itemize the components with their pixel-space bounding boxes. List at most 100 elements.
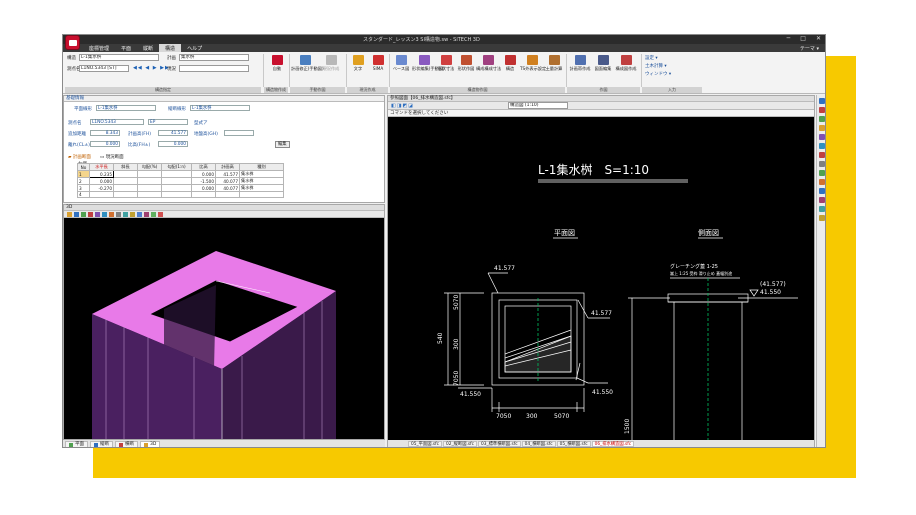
minimize-icon[interactable]: ─ [787, 35, 791, 42]
view-tool-icon[interactable] [88, 212, 93, 217]
tool-icon[interactable] [818, 98, 825, 104]
current-select[interactable] [179, 65, 249, 72]
structure-3d-model[interactable] [64, 219, 384, 439]
tool-icon[interactable] [818, 116, 825, 122]
view-tool-icon[interactable] [137, 212, 142, 217]
tab-plan-section[interactable]: ▰ 計画断面 [68, 154, 91, 160]
view-tool-icon[interactable] [158, 212, 163, 217]
edit-button[interactable]: 編集 [275, 141, 290, 148]
dim-h-5070: 5070 [554, 413, 569, 420]
tool-icon[interactable] [818, 197, 825, 203]
tool-icon[interactable] [818, 206, 825, 212]
maximize-icon[interactable]: □ [800, 35, 806, 42]
menu-coordinate[interactable]: 座標管理 [83, 44, 115, 52]
tool-icon[interactable] [818, 161, 825, 167]
tab-3d[interactable]: 3D [140, 441, 161, 447]
plan-h-field[interactable]: 41.577 [158, 130, 188, 136]
plan-line-label: 平面線形 [74, 107, 92, 112]
view-tool-icon[interactable] [67, 212, 72, 217]
table-row[interactable]: 2 0.000 -1.500 40.077 集水桝 [77, 177, 284, 185]
station-nav-arrows[interactable]: ◀◀ ◀ ▶ ▶▶ [133, 65, 170, 71]
plan-line-field[interactable]: L-1集水桝 [96, 105, 156, 111]
view-tool-icon[interactable] [151, 212, 156, 217]
tool-icon[interactable] [818, 215, 825, 221]
shape-edit-icon [418, 55, 430, 65]
plan-band-button[interactable]: 計画帯作成 [568, 55, 592, 83]
station-info-field[interactable]: L1NO.5343 [90, 119, 144, 125]
composition-button[interactable]: 構成構成寸法 [476, 55, 501, 83]
add-dist-field[interactable]: 8.343 [90, 130, 120, 136]
view-tool-icon[interactable] [123, 212, 128, 217]
sheet-tab[interactable]: 03_標準横断図.sfc [478, 441, 521, 447]
info-title: 基礎情報 [64, 96, 384, 102]
tool-icon[interactable] [818, 188, 825, 194]
profile-field[interactable]: L-1集水桝 [190, 105, 250, 111]
structure-select[interactable]: L-1集水桝 [79, 54, 159, 61]
view-tool-icon[interactable] [95, 212, 100, 217]
sheet-tab-active[interactable]: 06_排水構造図.sfc [591, 441, 635, 447]
menu-profile[interactable]: 縦断 [137, 44, 159, 52]
view-tool-icon[interactable] [130, 212, 135, 217]
text-button[interactable]: 文字 [348, 55, 368, 83]
table-row[interactable]: 4 [77, 191, 284, 198]
view-tool-icon[interactable] [81, 212, 86, 217]
drawing-select[interactable]: 構造図 (1:10) [508, 102, 568, 109]
shape-edit-button[interactable]: 形状編集(手動図) [412, 55, 445, 83]
shape-draw-button[interactable]: 形状作図 [456, 55, 476, 83]
menu-help[interactable]: ヘルプ [181, 44, 208, 52]
view-tool-icon[interactable] [102, 212, 107, 217]
cad-tool-icons[interactable]: ◧◨◩◪ [391, 103, 414, 109]
earthwork-button[interactable]: 土量計算 [544, 55, 564, 83]
tool-icon[interactable] [818, 134, 825, 140]
current-create-button[interactable]: 現況作成 [319, 55, 343, 83]
composition-icon [482, 55, 494, 65]
table-row[interactable]: 3 -0.270 0.000 40.077 集水桝 [77, 184, 284, 192]
view-tool-icon[interactable] [109, 212, 114, 217]
app-menu-button[interactable] [65, 35, 80, 50]
cad-drawing[interactable]: L-1集水桝 S=1:10 平面図 側面図 41.577 41.577 41.5… [388, 118, 814, 440]
settings-menu[interactable]: 設定 ▾ [645, 55, 658, 61]
tab-cross[interactable]: 横断 [115, 441, 138, 447]
sima-button[interactable]: SIMA [368, 55, 388, 83]
view-tool-icon[interactable] [74, 212, 79, 217]
diff-field[interactable]: 0.000 [158, 141, 188, 147]
menu-plan[interactable]: 平面 [115, 44, 137, 52]
profile-tab-icon [94, 442, 98, 447]
tool-icon[interactable] [818, 143, 825, 149]
view-tool-icon[interactable] [116, 212, 121, 217]
view-tool-icon[interactable] [144, 212, 149, 217]
view-3d-toolbar [64, 211, 384, 218]
auto-button[interactable]: 自動 [267, 55, 287, 83]
window-menu[interactable]: ウィンドウ ▾ [645, 71, 671, 77]
tab-plan[interactable]: 平面 [65, 441, 88, 447]
plan-select[interactable]: 集水桝 [179, 54, 249, 61]
offset-field[interactable]: 0.000 [90, 141, 120, 147]
sheet-tab[interactable]: 05_横断図.sfc [556, 441, 591, 447]
ts-display-button[interactable]: TS外表示設定 [520, 55, 546, 83]
tab-profile[interactable]: 縦断 [90, 441, 113, 447]
tool-icon[interactable] [818, 179, 825, 185]
station-select[interactable]: L1NO.5343 [ST] [79, 65, 129, 72]
ground-field[interactable] [224, 130, 254, 136]
table-row[interactable]: 1 0.235 0.000 41.577 集水桝 [77, 170, 284, 178]
sheet-tab[interactable]: 02_縦断図.sfc [443, 441, 477, 447]
shape-dim-button[interactable]: 形状寸法 [436, 55, 456, 83]
sheet-tab[interactable]: 05_平面図.sfc [408, 441, 442, 447]
theme-menu[interactable]: テーマ ▾ [800, 45, 819, 52]
menu-structure[interactable]: 構造 [159, 44, 182, 52]
tool-icon[interactable] [818, 125, 825, 131]
drawing-edit-button[interactable]: 図面編集 [593, 55, 613, 83]
tool-icon[interactable] [818, 107, 825, 113]
tool-icon[interactable] [818, 152, 825, 158]
ep-field[interactable]: EP [148, 119, 188, 125]
level-top-left: 41.577 [494, 265, 515, 272]
base-drawing-button[interactable]: ベース図 [391, 55, 411, 83]
plan-edit-button[interactable]: 計画修正(手動図) [291, 55, 324, 83]
civil-calc-menu[interactable]: 土木計算 ▾ [645, 63, 667, 69]
composition-draw-button[interactable]: 構成図作成 [614, 55, 638, 83]
tab-current-section[interactable]: ▭ 現況断面 [100, 154, 124, 160]
structure-button[interactable]: 構造 [500, 55, 520, 83]
sheet-tab[interactable]: 04_横断図.sfc [521, 441, 556, 447]
tool-icon[interactable] [818, 170, 825, 176]
close-icon[interactable]: ✕ [816, 35, 821, 42]
